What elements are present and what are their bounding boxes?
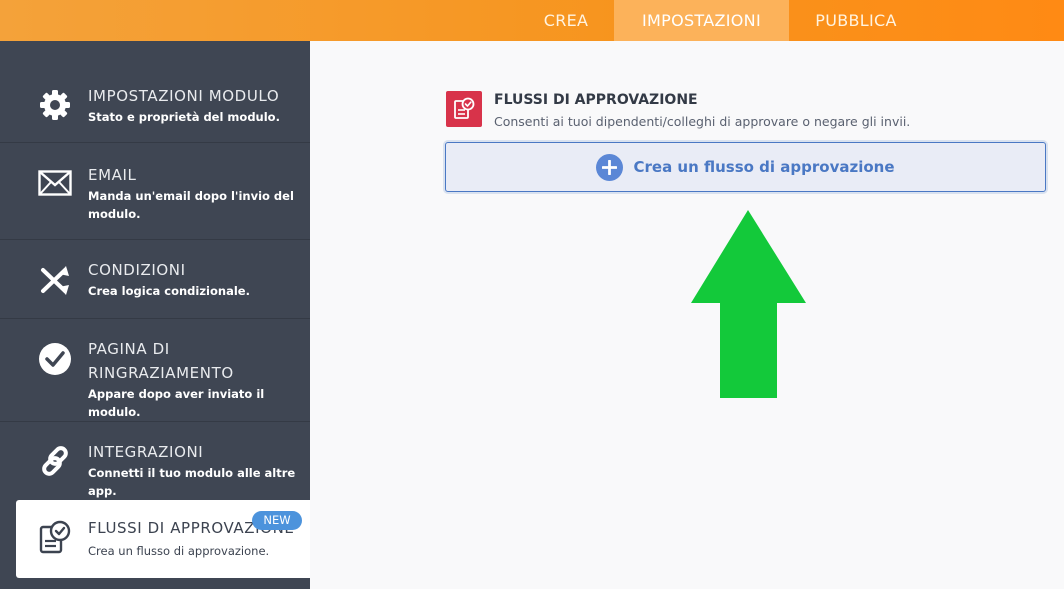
sidebar-item-description: Connetti il tuo modulo alle altre app. [88, 466, 296, 498]
sidebar-item-email[interactable]: EMAIL Manda un'email dopo l'invio del mo… [0, 143, 310, 240]
sidebar-item-flussi-di-approvazione[interactable]: FLUSSI DI APPROVAZIONE Crea un flusso di… [16, 500, 310, 578]
sidebar-item-description: Manda un'email dopo l'invio del modulo. [88, 189, 294, 221]
sidebar-item-impostazioni-modulo[interactable]: IMPOSTAZIONI MODULO Stato e proprietà de… [0, 41, 310, 143]
sidebar-item-title: EMAIL [88, 166, 137, 184]
envelope-icon [37, 165, 73, 201]
sidebar-item-title: INTEGRAZIONI [88, 443, 204, 461]
plus-circle-icon [596, 153, 624, 181]
check-circle-icon [37, 341, 73, 377]
tab-pubblica[interactable]: PUBBLICA [789, 0, 923, 41]
approval-document-icon [446, 91, 482, 127]
sidebar-item-description: Appare dopo aver inviato il modulo. [88, 387, 265, 419]
approval-document-icon [36, 520, 72, 556]
sidebar-item-description: Crea logica condizionale. [88, 284, 250, 298]
sidebar-item-pagina-di-ringraziamento[interactable]: PAGINA DI RINGRAZIAMENTO Appare dopo ave… [0, 319, 310, 422]
sidebar-item-title: CONDIZIONI [88, 261, 186, 279]
section-description: Consenti ai tuoi dipendenti/colleghi di … [494, 114, 911, 129]
shuffle-icon [37, 262, 73, 298]
green-up-arrow [690, 210, 808, 405]
sidebar-item-title: IMPOSTAZIONI MODULO [88, 87, 280, 105]
section-title: FLUSSI DI APPROVAZIONE [494, 92, 698, 108]
sidebar-item-condizioni[interactable]: CONDIZIONI Crea logica condizionale. [0, 240, 310, 319]
sidebar-item-title: PAGINA DI RINGRAZIAMENTO [88, 340, 234, 382]
gear-icon [37, 87, 73, 123]
sidebar-item-description: Stato e proprietà del modulo. [88, 110, 280, 124]
tab-impostazioni[interactable]: IMPOSTAZIONI [614, 0, 789, 41]
create-approval-flow-button[interactable]: Crea un flusso di approvazione [445, 142, 1046, 192]
link-icon [37, 443, 73, 479]
create-approval-flow-label: Crea un flusso di approvazione [633, 158, 895, 176]
tab-crea[interactable]: CREA [518, 0, 614, 41]
top-navigation-bar: CREA IMPOSTAZIONI PUBBLICA [0, 0, 1064, 41]
new-badge: NEW [252, 511, 302, 530]
sidebar-item-integrazioni[interactable]: INTEGRAZIONI Connetti il tuo modulo alle… [0, 422, 310, 500]
sidebar-item-description: Crea un flusso di approvazione. [88, 544, 270, 558]
